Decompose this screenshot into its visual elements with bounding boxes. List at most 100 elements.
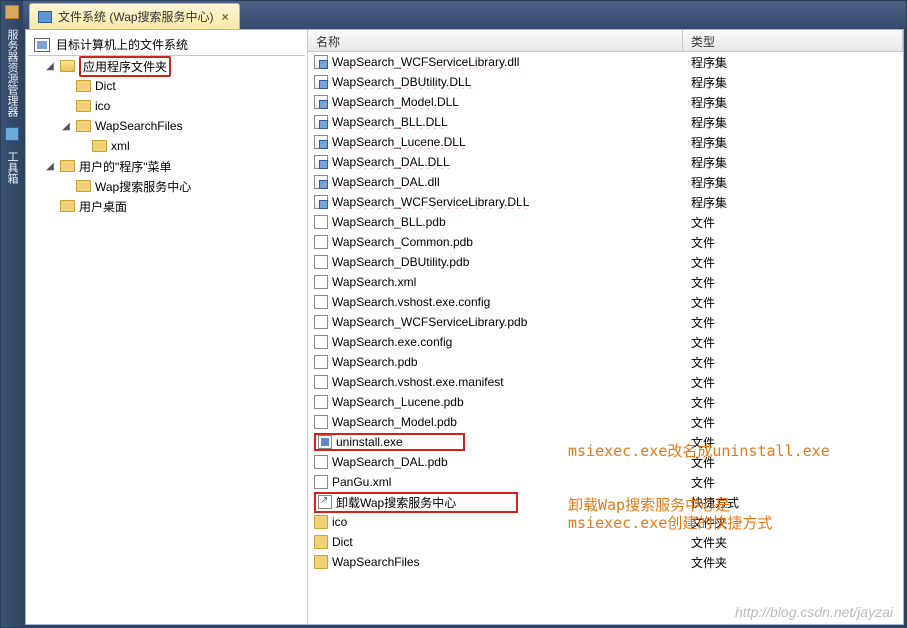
table-row[interactable]: WapSearch_Model.DLL 程序集 [308,92,903,112]
filesystem-icon [38,11,52,23]
table-row[interactable]: WapSearch_DAL.DLL程序集 [308,152,903,172]
file-name: WapSearchFiles [332,555,420,569]
tree-label: 应用程序文件夹 [79,56,171,77]
table-row[interactable]: WapSearch_Lucene.DLL程序集 [308,132,903,152]
vtab-toolbox[interactable]: 工具箱 [2,145,22,190]
file-name: WapSearch_WCFServiceLibrary.dll [332,55,519,69]
table-row[interactable]: WapSearch_Lucene.pdb文件 [308,392,903,412]
file-type: 文件 [683,354,903,371]
tree-node-user-desktop[interactable]: 用户桌面 [44,196,305,216]
file-name: WapSearch_DAL.dll [332,175,440,189]
tree-node-wapsearchfiles[interactable]: ◢WapSearchFiles [60,116,305,136]
main-area: 文件系统 (Wap搜索服务中心) × 目标计算机上的文件系统 ◢ [23,1,906,627]
lnk-icon [318,495,332,509]
file-name: Dict [332,535,353,549]
file-icon [314,455,328,469]
collapse-icon[interactable]: ◢ [60,120,72,132]
file-icon [314,315,328,329]
table-row[interactable]: WapSearch_WCFServiceLibrary.pdb文件 [308,312,903,332]
split-pane: 目标计算机上的文件系统 ◢ 应用程序文件夹 Dict [26,30,903,624]
list-pane: 名称 类型 WapSearch_WCFServiceLibrary.dll程序集… [308,30,903,624]
tree-node-user-programs[interactable]: ◢用户的"程序"菜单 [44,156,305,176]
tree-node-dict[interactable]: Dict [60,76,305,96]
file-name: WapSearch_WCFServiceLibrary.DLL [332,195,529,209]
folder-open-icon [60,60,75,72]
tab-title: 文件系统 (Wap搜索服务中心) [58,8,214,25]
asm-icon [314,135,328,149]
table-row[interactable]: WapSearch.xml 文件 [308,272,903,292]
list-header: 名称 类型 [308,30,903,52]
table-row[interactable]: WapSearch_BLL.DLL程序集 [308,112,903,132]
file-type: 文件 [683,254,903,271]
tree-node-ico[interactable]: ico [60,96,305,116]
file-name: WapSearch_BLL.pdb [332,215,446,229]
file-type: 程序集 [683,74,903,91]
table-row[interactable]: WapSearch_Model.pdb文件 [308,412,903,432]
asm-icon [314,75,328,89]
file-name: WapSearch_Lucene.pdb [332,395,464,409]
tab-close-button[interactable]: × [220,10,231,24]
file-type: 文件夹 [683,534,903,551]
table-row[interactable]: WapSearch.vshost.exe.config文件 [308,292,903,312]
tree-label: xml [111,139,130,153]
file-type: 文件 [683,454,903,471]
folder-icon [314,535,328,549]
table-row[interactable]: 卸载Wap搜索服务中心快捷方式 [308,492,903,512]
file-icon [314,475,328,489]
folder-icon [76,80,91,92]
file-name: WapSearch.xml [332,275,416,289]
file-type: 程序集 [683,134,903,151]
table-row[interactable]: WapSearch_BLL.pdb文件 [308,212,903,232]
file-type: 程序集 [683,94,903,111]
table-row[interactable]: WapSearch.exe.config文件 [308,332,903,352]
file-icon [314,355,328,369]
file-type: 文件 [683,334,903,351]
asm-icon [314,95,328,109]
file-icon [314,395,328,409]
table-row[interactable]: WapSearch_DBUtility.DLL程序集 [308,72,903,92]
tree-header: 目标计算机上的文件系统 [28,34,305,56]
list-body[interactable]: WapSearch_WCFServiceLibrary.dll程序集WapSea… [308,52,903,624]
file-type: 文件夹 [683,514,903,531]
table-row[interactable]: PanGu.xml文件 [308,472,903,492]
tree-pane[interactable]: 目标计算机上的文件系统 ◢ 应用程序文件夹 Dict [26,30,308,624]
file-type: 文件 [683,274,903,291]
file-name: ico [332,515,347,529]
tree-node-app-folder[interactable]: ◢ 应用程序文件夹 [44,56,305,76]
table-row[interactable]: WapSearch_DBUtility.pdb文件 [308,252,903,272]
file-icon [314,235,328,249]
table-row[interactable]: WapSearch_Common.pdb文件 [308,232,903,252]
file-type: 文件 [683,414,903,431]
tree-label: 用户桌面 [79,198,127,215]
table-row[interactable]: WapSearch_WCFServiceLibrary.dll程序集 [308,52,903,72]
table-row[interactable]: WapSearch.vshost.exe.manifest文件 [308,372,903,392]
file-icon [314,215,328,229]
vtab-server-explorer[interactable]: 服务器资源管理器 [2,23,22,123]
table-row[interactable]: WapSearchFiles文件夹 [308,552,903,572]
table-row[interactable]: uninstall.exe文件 [308,432,903,452]
file-type: 文件 [683,314,903,331]
table-row[interactable]: WapSearch_DAL.dll程序集 [308,172,903,192]
asm-icon [314,115,328,129]
file-type: 文件 [683,474,903,491]
computer-icon [34,38,50,52]
tab-filesystem[interactable]: 文件系统 (Wap搜索服务中心) × [29,3,240,29]
collapse-icon[interactable]: ◢ [44,160,56,172]
table-row[interactable]: ico 文件夹 [308,512,903,532]
folder-icon [60,200,75,212]
col-header-name[interactable]: 名称 [308,30,683,51]
file-name: WapSearch_Model.DLL [332,95,459,109]
table-row[interactable]: WapSearch_WCFServiceLibrary.DLL程序集 [308,192,903,212]
collapse-icon[interactable]: ◢ [44,60,56,72]
table-row[interactable]: Dict 文件夹 [308,532,903,552]
file-icon [314,255,328,269]
content: 目标计算机上的文件系统 ◢ 应用程序文件夹 Dict [25,29,904,625]
file-icon [314,375,328,389]
table-row[interactable]: WapSearch_DAL.pdb文件 [308,452,903,472]
tree-header-label: 目标计算机上的文件系统 [56,36,188,53]
tree-node-wap-center[interactable]: Wap搜索服务中心 [60,176,305,196]
col-header-type[interactable]: 类型 [683,30,903,51]
table-row[interactable]: WapSearch.pdb文件 [308,352,903,372]
tab-bar: 文件系统 (Wap搜索服务中心) × [23,1,906,29]
tree-node-xml[interactable]: xml [76,136,305,156]
